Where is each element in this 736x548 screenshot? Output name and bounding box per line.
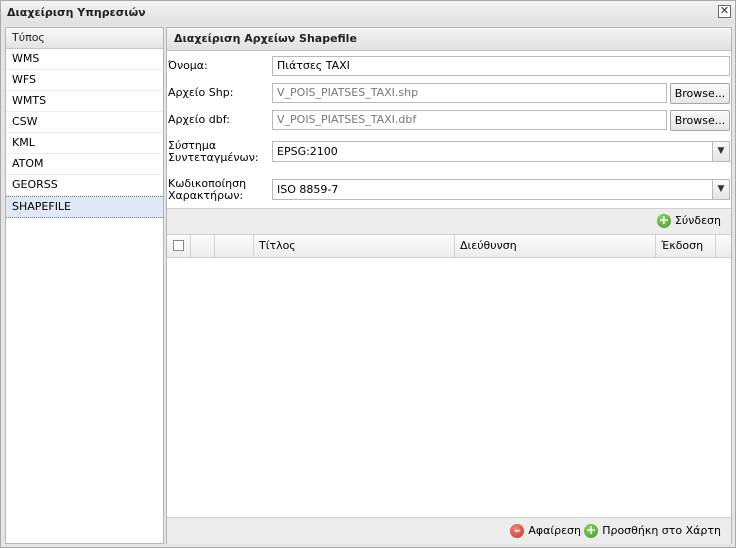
plus-circle-icon: +: [584, 523, 599, 538]
type-item-csw[interactable]: CSW: [6, 112, 163, 133]
connect-button[interactable]: + Σύνδεση: [656, 213, 721, 229]
type-item-wfs[interactable]: WFS: [6, 70, 163, 91]
connect-toolbar: + Σύνδεση: [167, 208, 731, 235]
type-item-atom[interactable]: ATOM: [6, 154, 163, 175]
chevron-down-icon[interactable]: ▼: [712, 142, 729, 161]
type-list-panel: Τύπος WMS WFS WMTS CSW KML ATOM GEORSS S…: [5, 27, 164, 544]
layers-grid: Τίτλος Διεύθυνση Έκδοση: [167, 235, 731, 517]
encoding-select-value: ISO 8859-7: [277, 183, 339, 196]
add-to-map-button-label: Προσθήκη στο Χάρτη: [602, 524, 721, 537]
type-item-shapefile[interactable]: SHAPEFILE: [6, 196, 163, 218]
grid-bottom-toolbar: – Αφαίρεση + Προσθήκη στο Χάρτη: [167, 517, 731, 544]
chevron-down-icon[interactable]: ▼: [712, 180, 729, 199]
name-field[interactable]: Πιάτσες TAXI: [272, 56, 730, 76]
remove-button[interactable]: – Αφαίρεση: [510, 523, 581, 539]
shp-browse-button[interactable]: Browse...: [670, 83, 730, 104]
name-label: Όνομα:: [168, 59, 208, 72]
add-to-map-button[interactable]: + Προσθήκη στο Χάρτη: [584, 523, 721, 539]
dbf-file-field[interactable]: V_POIS_PIATSES_TAXI.dbf: [272, 110, 667, 130]
window-titlebar[interactable]: Διαχείριση Υπηρεσιών ✕: [1, 1, 735, 24]
remove-button-label: Αφαίρεση: [528, 524, 581, 537]
encoding-select[interactable]: ISO 8859-7 ▼: [272, 179, 730, 200]
grid-col-blank-2: [215, 235, 254, 257]
dbf-label: Αρχείο dbf:: [168, 113, 230, 126]
connect-button-label: Σύνδεση: [674, 214, 721, 227]
type-item-georss[interactable]: GEORSS: [6, 175, 163, 196]
grid-col-address[interactable]: Διεύθυνση: [455, 235, 656, 257]
grid-col-blank-1: [191, 235, 215, 257]
type-list-header: Τύπος: [6, 28, 163, 49]
type-item-kml[interactable]: KML: [6, 133, 163, 154]
grid-col-title[interactable]: Τίτλος: [254, 235, 455, 257]
type-item-wmts[interactable]: WMTS: [6, 91, 163, 112]
crs-select-value: EPSG:2100: [277, 145, 338, 158]
crs-select[interactable]: EPSG:2100 ▼: [272, 141, 730, 162]
minus-circle-icon: –: [510, 524, 525, 538]
shp-file-field[interactable]: V_POIS_PIATSES_TAXI.shp: [272, 83, 667, 103]
dbf-browse-button[interactable]: Browse...: [670, 110, 730, 131]
grid-col-version[interactable]: Έκδοση: [656, 235, 716, 257]
select-all-checkbox[interactable]: [173, 240, 184, 251]
grid-header: Τίτλος Διεύθυνση Έκδοση: [167, 235, 731, 258]
type-item-wms[interactable]: WMS: [6, 49, 163, 70]
close-icon[interactable]: ✕: [718, 5, 731, 18]
crs-label-line2: Συντεταγμένων:: [168, 151, 259, 164]
shapefile-panel: Διαχείριση Αρχείων Shapefile Όνομα: Πιάτ…: [166, 27, 732, 544]
window-title: Διαχείριση Υπηρεσιών: [7, 6, 146, 19]
grid-col-check: [167, 235, 191, 257]
shapefile-form: Όνομα: Πιάτσες TAXI Αρχείο Shp: V_POIS_P…: [167, 51, 731, 231]
plus-circle-icon: +: [656, 213, 671, 228]
services-window: Διαχείριση Υπηρεσιών ✕ Τύπος WMS WFS WMT…: [0, 0, 736, 548]
shapefile-panel-header: Διαχείριση Αρχείων Shapefile: [167, 28, 731, 51]
shp-label: Αρχείο Shp:: [168, 86, 234, 99]
encoding-label-line2: Χαρακτήρων:: [168, 189, 244, 202]
